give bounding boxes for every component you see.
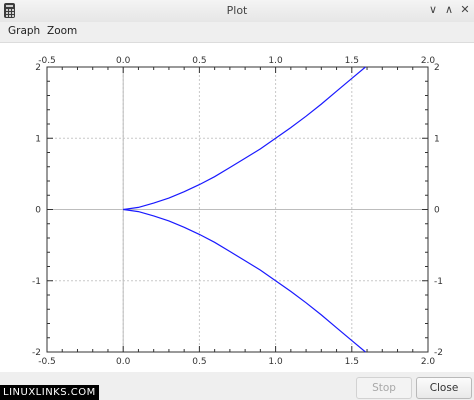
watermark: LINUXLINKS.COM <box>0 385 99 400</box>
y-tick-label-left: 1 <box>35 134 41 144</box>
stop-button[interactable]: Stop <box>356 377 412 399</box>
x-tick-label-top: 1.5 <box>345 56 359 66</box>
menu-zoom[interactable]: Zoom <box>47 25 77 37</box>
x-tick-label-bottom: 0.0 <box>116 357 131 367</box>
menu-bar: Graph Zoom <box>0 22 474 43</box>
menu-graph[interactable]: Graph <box>8 25 40 37</box>
y-tick-label-left: 2 <box>35 63 41 73</box>
plot-chart: -0.5-0.50.00.00.50.51.01.01.51.52.02.02 2… <box>32 56 443 367</box>
y-tick-label-left: -2 <box>32 348 41 358</box>
window-title: Plot <box>226 4 248 17</box>
x-tick-label-bottom: -0.5 <box>38 357 56 367</box>
x-tick-label-top: 0.5 <box>192 56 206 66</box>
plot-area[interactable]: -0.5 -0.5 0.0 0.0 0.5 0.5 1.0 1.0 1.5 1.5 2.0 2.0 2 2… <box>0 42 474 372</box>
y-tick-label-left: -1 <box>32 277 41 287</box>
x-tick-label-bottom: 0.5 <box>192 357 206 367</box>
maximize-icon[interactable]: ∧ <box>441 2 457 18</box>
title-bar: Plot ∨ ∧ ✕ <box>0 0 474 23</box>
close-button[interactable]: Close <box>416 377 472 399</box>
y-tick-label-right: -1 <box>434 277 443 287</box>
y-tick-label-right: -2 <box>434 348 443 358</box>
x-tick-label-bottom: 1.5 <box>345 357 359 367</box>
close-icon[interactable]: ✕ <box>457 2 473 18</box>
x-tick-label-top: 0.0 <box>116 56 131 66</box>
x-tick-label-top: 1.0 <box>268 56 283 66</box>
y-tick-label-left: 0 <box>35 206 41 216</box>
minimize-icon[interactable]: ∨ <box>425 2 441 18</box>
y-tick-label-right: 0 <box>434 206 440 216</box>
x-tick-label-bottom: 2.0 <box>421 357 436 367</box>
x-tick-label-bottom: 1.0 <box>268 357 283 367</box>
y-tick-label-right: 2 <box>434 63 440 73</box>
y-tick-label-right: 1 <box>434 134 440 144</box>
